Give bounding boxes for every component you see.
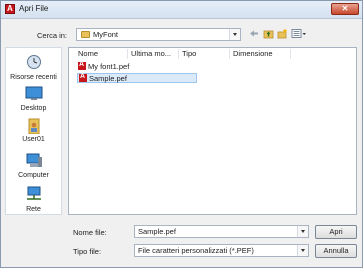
close-icon: ✕	[341, 4, 349, 13]
view-menu-icon	[291, 29, 306, 38]
file-list[interactable]: Nome Ultima mo... Tipo Dimensione My fon…	[68, 47, 357, 215]
chevron-down-icon[interactable]	[297, 245, 308, 256]
filetype-label: Tipo file:	[73, 247, 102, 256]
place-label: Risorse recenti	[10, 74, 57, 81]
place-label: Computer	[18, 172, 49, 179]
up-folder-button[interactable]	[263, 28, 274, 39]
filename-value: Sample.pef	[138, 227, 176, 236]
lookin-folder-name: MyFont	[93, 30, 119, 39]
place-label: User01	[22, 136, 45, 143]
title-bar[interactable]: Apri File ✕	[1, 1, 362, 19]
open-file-dialog: Apri File ✕ Cerca in: MyFont	[0, 0, 363, 268]
place-computer[interactable]: Computer	[6, 152, 61, 179]
pef-file-icon	[78, 60, 86, 71]
column-header-name[interactable]: Nome	[75, 48, 127, 60]
recent-icon	[26, 55, 41, 69]
file-name: Sample.pef	[89, 74, 127, 83]
place-network[interactable]: Rete	[6, 186, 61, 213]
column-header-modified[interactable]: Ultima mo...	[128, 48, 178, 60]
file-row[interactable]: My font1.pef	[78, 60, 198, 72]
file-row-selected[interactable]: Sample.pef	[77, 72, 197, 83]
place-desktop[interactable]: Desktop	[6, 85, 61, 112]
window-title: Apri File	[19, 4, 49, 13]
place-user01[interactable]: User01	[6, 118, 61, 143]
folder-icon	[81, 31, 90, 38]
app-icon	[5, 4, 15, 14]
new-folder-icon	[277, 28, 288, 39]
user-folder-icon	[28, 118, 39, 135]
up-folder-icon	[263, 30, 274, 39]
filetype-value: File caratteri personalizzati (*.PEF)	[138, 246, 254, 255]
open-button[interactable]: Apri	[315, 225, 357, 239]
places-bar: Risorse recenti Desktop User01 Computer …	[5, 47, 62, 215]
view-menu-button[interactable]	[291, 28, 307, 39]
lookin-label: Cerca in:	[37, 31, 68, 40]
chevron-down-icon[interactable]	[297, 226, 308, 237]
lookin-combo[interactable]: MyFont	[76, 28, 241, 41]
new-folder-button[interactable]	[277, 28, 288, 39]
file-name: My font1.pef	[88, 62, 130, 71]
place-recent[interactable]: Risorse recenti	[6, 54, 61, 81]
column-header-type[interactable]: Tipo	[179, 48, 229, 60]
cancel-button[interactable]: Annulla	[315, 244, 357, 258]
network-icon	[26, 186, 41, 200]
back-button[interactable]	[248, 28, 259, 39]
place-label: Desktop	[20, 105, 47, 112]
pef-file-icon	[79, 72, 87, 83]
filetype-select[interactable]: File caratteri personalizzati (*.PEF)	[134, 244, 309, 257]
column-header-size[interactable]: Dimensione	[230, 48, 290, 60]
computer-icon	[26, 153, 42, 167]
column-divider[interactable]	[290, 49, 291, 59]
desktop-icon	[25, 86, 42, 100]
back-arrow-icon	[250, 30, 258, 37]
filename-label: Nome file:	[73, 228, 107, 237]
filename-field[interactable]: Sample.pef	[134, 225, 309, 238]
place-label: Rete	[26, 206, 41, 213]
close-button[interactable]: ✕	[331, 3, 359, 15]
chevron-down-icon[interactable]	[229, 29, 240, 40]
